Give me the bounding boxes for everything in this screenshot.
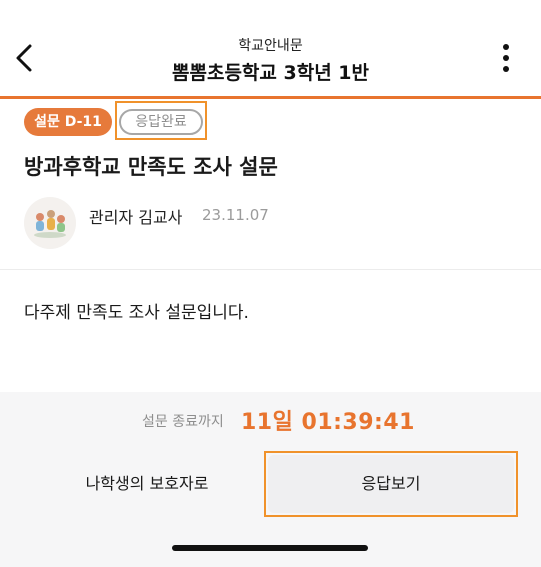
home-indicator	[172, 545, 368, 551]
divider	[0, 269, 541, 270]
page-title: 뽐뽐초등학교 3학년 1반	[172, 62, 369, 84]
dday-badge: 설문 D-11	[24, 108, 112, 136]
app-header: 학교안내문 뽐뽐초등학교 3학년 1반	[0, 0, 541, 96]
header-subtitle: 학교안내문	[238, 38, 303, 54]
more-options-button[interactable]	[488, 38, 524, 78]
author-name: 관리자 김교사	[89, 208, 183, 227]
post-date: 23.11.07	[202, 206, 269, 224]
status-badge: 응답완료	[119, 109, 203, 135]
survey-title: 방과후학교 만족도 조사 설문	[24, 155, 278, 179]
header-accent-line	[0, 96, 541, 99]
author-avatar-illustration	[24, 197, 76, 249]
view-response-button[interactable]: 응답보기	[268, 455, 514, 513]
avatar	[24, 197, 76, 249]
deadline-label: 설문 종료까지	[142, 414, 224, 430]
deadline-countdown: 11일 01:39:41	[241, 410, 415, 435]
survey-description: 다주제 만족도 조사 설문입니다.	[24, 303, 249, 323]
respond-as-guardian-button[interactable]: 나학생의 보호자로	[30, 456, 264, 512]
more-vertical-icon	[503, 44, 509, 72]
